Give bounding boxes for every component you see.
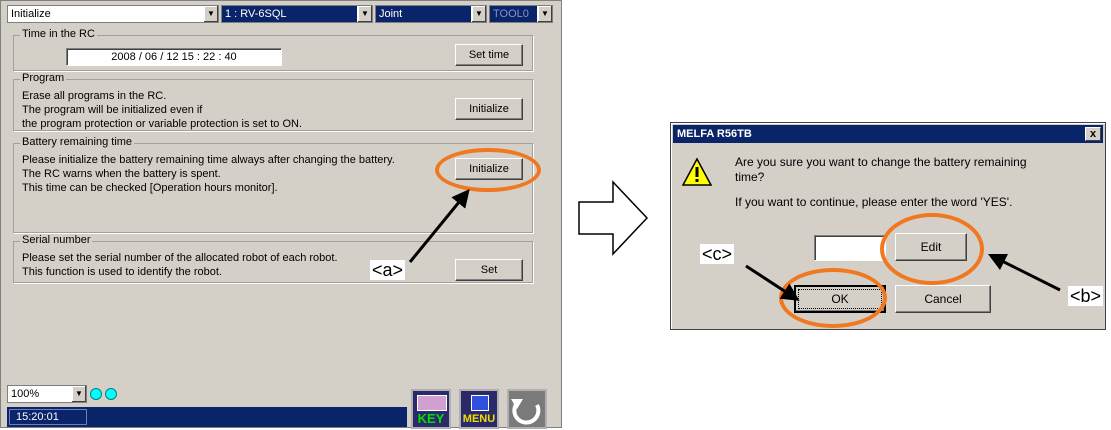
callout-label-b: <b> [1068, 286, 1104, 306]
program-group-title: Program [20, 72, 67, 84]
dialog-titlebar: MELFA R56TB x [673, 125, 1103, 143]
battery-text-line: Please initialize the battery remaining … [22, 154, 395, 166]
status-lamp-icon [105, 388, 117, 400]
keyboard-label: KEY [417, 411, 445, 426]
robot-select[interactable]: 1 : RV-6SQL ▼ [221, 5, 373, 23]
callout-label-a: <a> [370, 260, 406, 280]
keyboard-button[interactable]: KEY [411, 389, 451, 429]
chevron-down-icon[interactable]: ▼ [203, 6, 218, 22]
callout-label-c: <c> [700, 244, 735, 264]
teaching-pendant-panel: Initialize ▼ 1 : RV-6SQL ▼ Joint ▼ TOOL0… [0, 0, 562, 429]
highlight-oval [779, 268, 887, 328]
jog-mode-value: Joint [379, 8, 403, 20]
serial-text-line: This function is used to identify the ro… [22, 266, 222, 278]
status-lamp-icon [90, 388, 102, 400]
battery-text-line: The RC warns when the battery is spent. [22, 168, 221, 180]
return-arrow-icon [511, 399, 541, 425]
tool-select-value: TOOL0 [493, 8, 529, 20]
mode-select-value: Initialize [11, 8, 51, 20]
chevron-down-icon[interactable]: ▼ [357, 6, 372, 22]
zoom-value: 100% [11, 388, 40, 400]
mode-select[interactable]: Initialize ▼ [7, 5, 219, 23]
highlight-oval [435, 148, 541, 192]
chevron-down-icon[interactable]: ▼ [471, 6, 486, 22]
highlight-oval [880, 213, 984, 285]
time-group-title: Time in the RC [20, 28, 97, 40]
menu-button[interactable]: MENU [459, 389, 499, 429]
close-icon[interactable]: x [1085, 127, 1101, 141]
serial-number-group: Serial number Please set the serial numb… [13, 234, 533, 283]
confirm-dialog: MELFA R56TB x Are you sure you want to c… [670, 122, 1106, 330]
chevron-down-icon[interactable]: ▼ [71, 386, 86, 402]
time-group: Time in the RC 2008 / 06 / 12 15 : 22 : … [13, 28, 533, 71]
program-initialize-button[interactable]: Initialize [455, 98, 523, 120]
set-time-button[interactable]: Set time [455, 44, 523, 66]
datetime-field: 2008 / 06 / 12 15 : 22 : 40 [66, 48, 282, 66]
dialog-title: MELFA R56TB [677, 128, 752, 140]
flow-arrow-icon [578, 180, 649, 256]
clock-display: 15:20:01 [9, 409, 87, 425]
robot-select-value: 1 : RV-6SQL [225, 8, 287, 20]
program-text-line: the program protection or variable prote… [22, 118, 303, 130]
dialog-message: Are you sure you want to change the batt… [735, 155, 1027, 169]
jog-mode-select[interactable]: Joint ▼ [375, 5, 487, 23]
menu-grid-icon [471, 395, 489, 411]
battery-text-line: This time can be checked [Operation hour… [22, 182, 278, 194]
keyboard-icon [417, 395, 447, 411]
zoom-select[interactable]: 100% ▼ [7, 385, 87, 403]
program-text-line: The program will be initialized even if [22, 104, 203, 116]
status-bar: 15:20:01 [7, 407, 407, 427]
confirm-word-input[interactable] [814, 235, 886, 261]
return-button[interactable] [507, 389, 547, 429]
battery-group-title: Battery remaining time [20, 136, 135, 148]
dialog-message: time? [735, 170, 765, 184]
menu-label: MENU [462, 413, 496, 425]
dialog-message: If you want to continue, please enter th… [735, 195, 1013, 209]
program-text-line: Erase all programs in the RC. [22, 90, 167, 102]
cancel-button[interactable]: Cancel [895, 285, 991, 313]
serial-group-title: Serial number [20, 234, 93, 246]
chevron-down-icon[interactable]: ▼ [537, 6, 552, 22]
serial-text-line: Please set the serial number of the allo… [22, 252, 338, 264]
program-group: Program Erase all programs in the RC. Th… [13, 72, 533, 131]
serial-set-button[interactable]: Set [455, 259, 523, 281]
tool-select[interactable]: TOOL0 ▼ [489, 5, 553, 23]
warning-icon [681, 157, 713, 186]
